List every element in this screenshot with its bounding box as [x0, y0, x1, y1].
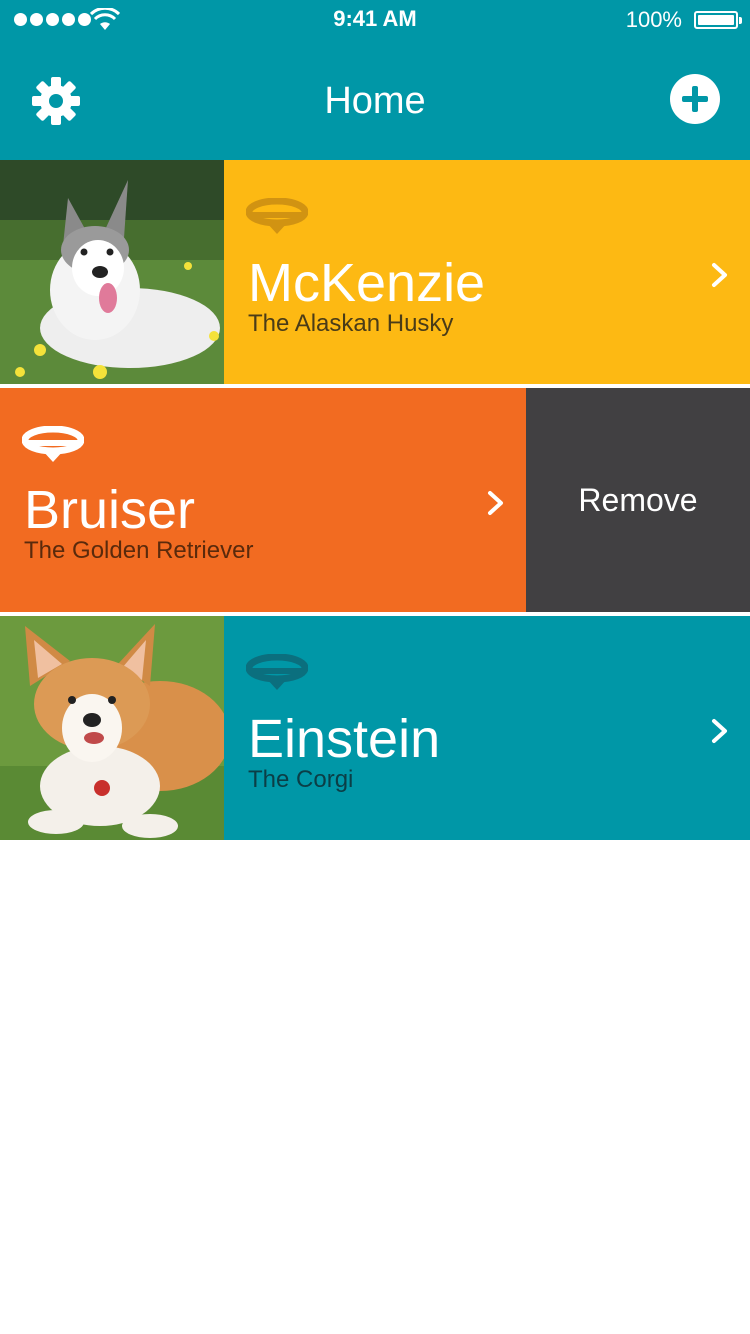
pet-row-einstein[interactable]: Einstein The Corgi [0, 616, 750, 840]
remove-button[interactable]: Remove [526, 388, 750, 612]
pet-row-content[interactable]: Bruiser The Golden Retriever [0, 388, 526, 612]
pet-row-bruiser[interactable]: Bruiser The Golden Retriever Remove [0, 388, 750, 612]
plus-circle-icon[interactable] [670, 74, 720, 124]
chevron-right-icon [712, 719, 727, 743]
collar-icon [22, 426, 84, 462]
home-screen: 9:41 AM 100% Home McKenzie The Alaskan H… [0, 0, 750, 1334]
corgi-photo [0, 616, 224, 840]
pet-name: Einstein [248, 709, 441, 769]
pet-row-mckenzie[interactable]: McKenzie The Alaskan Husky [0, 160, 750, 384]
pet-name: McKenzie [248, 253, 486, 313]
page-title: Home [324, 80, 426, 122]
husky-photo [0, 160, 224, 384]
pet-breed: The Corgi [248, 766, 354, 793]
header: 9:41 AM 100% Home [0, 0, 750, 160]
battery-icon [694, 11, 742, 29]
pet-breed: The Golden Retriever [24, 537, 254, 564]
status-bar: 9:41 AM 100% [0, 0, 750, 40]
pet-name: Bruiser [24, 480, 196, 540]
collar-icon [246, 198, 308, 234]
chevron-right-icon [488, 491, 503, 515]
nav-bar: Home [0, 40, 750, 160]
pet-breed: The Alaskan Husky [248, 310, 454, 337]
battery-percent: 100% [625, 7, 682, 32]
chevron-right-icon [712, 263, 727, 287]
collar-icon [246, 654, 308, 690]
